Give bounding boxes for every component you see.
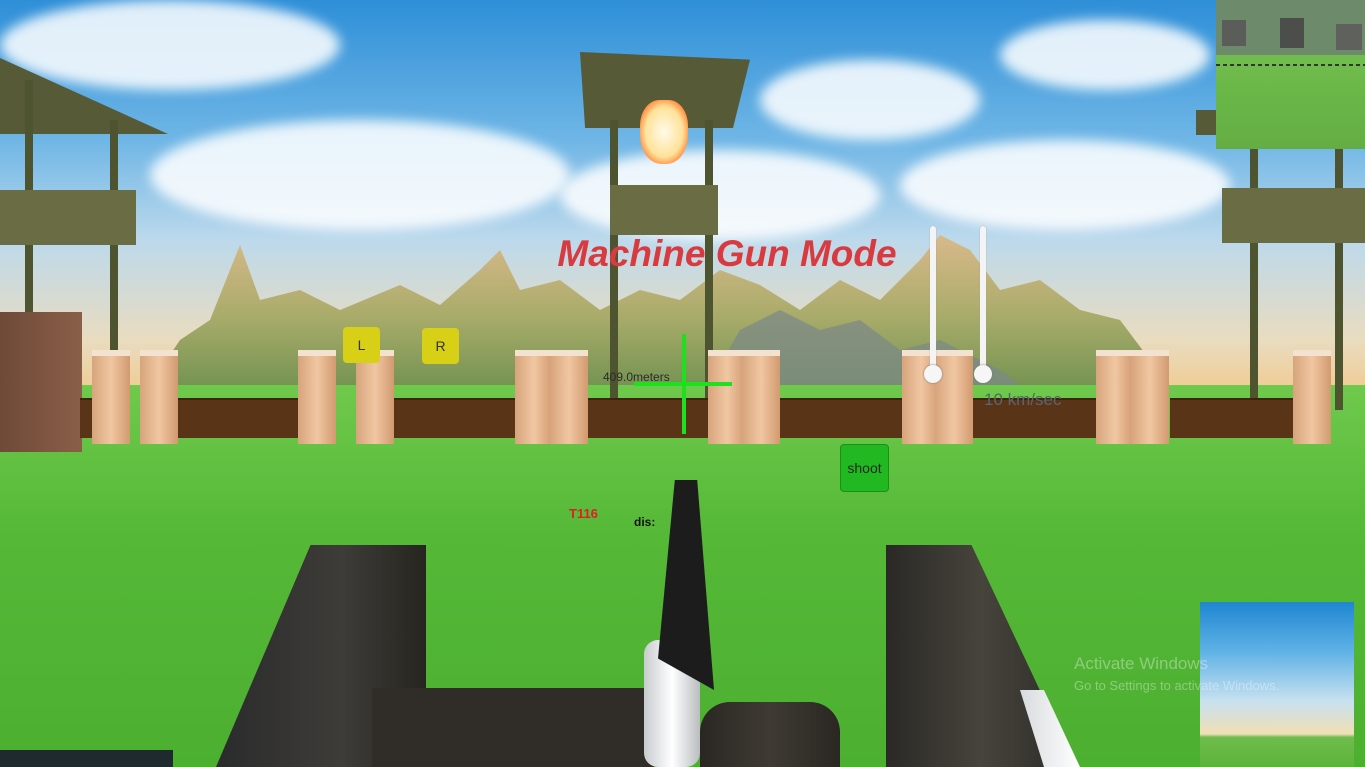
wall-pillar [1096,350,1134,444]
speed-slider-track[interactable] [980,226,986,376]
explosion [640,100,688,164]
game-viewport[interactable]: Machine Gun Mode L R 10 km/sec 409.0mete… [0,0,1365,767]
wall-pillar [140,350,178,444]
target-distance: 409.0meters [603,370,670,384]
cloud [900,140,1230,230]
minimap-wall-line [1216,64,1365,66]
minimap[interactable] [1216,0,1365,149]
activate-windows-subtitle: Go to Settings to activate Windows. [1074,678,1280,693]
minimap-tower [1280,18,1304,48]
distance-label: dis: [634,515,656,529]
speed-slider-thumb[interactable] [974,365,992,383]
speed-readout: 10 km/sec [984,390,1062,409]
cloud [760,60,980,140]
elevation-slider-track[interactable] [930,226,936,376]
turret-base [372,688,654,767]
wall-pillar [298,350,336,444]
target-id-label: T116 [569,506,598,521]
watchtower-post [1335,140,1343,410]
elevation-slider-thumb[interactable] [924,365,942,383]
activate-windows-title: Activate Windows [1074,654,1209,673]
watchtower-post [1250,140,1258,410]
wall-pillar [1293,350,1331,444]
hud-panel-edge [0,750,173,767]
watchtower-deck [0,190,136,245]
cloud [150,120,570,230]
wall-pillar [708,350,746,444]
watchtower-deck [1222,188,1365,243]
wooden-hut [0,312,82,452]
minimap-tower [1222,20,1246,46]
wall-pillar [356,350,394,444]
wall-pillar [92,350,130,444]
wall-pillar [550,350,588,444]
ammo-drum [700,702,840,767]
wall-pillar [742,350,780,444]
shoot-button[interactable]: shoot [840,444,889,492]
wall-segment [1170,398,1303,438]
cloud [0,0,340,90]
wall-segment [768,398,904,438]
wall-segment [382,398,516,438]
wall-pillar [515,350,553,444]
cloud [1000,20,1210,90]
watchtower-deck [610,185,718,235]
wall-segment [575,398,710,438]
cloud [560,150,880,240]
mode-title: Machine Gun Mode [557,233,897,274]
aim-left-button[interactable]: L [343,327,380,363]
wall-pillar [1131,350,1169,444]
aim-right-button[interactable]: R [422,328,459,364]
wall-segment [168,398,300,438]
minimap-tower [1336,24,1362,50]
wall-pillar [935,350,973,444]
